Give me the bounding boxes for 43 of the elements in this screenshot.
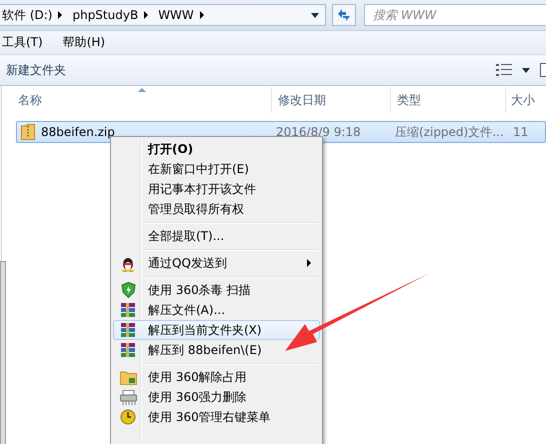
column-header[interactable]: 类型 bbox=[391, 87, 506, 113]
context-menu-item[interactable]: 管理员取得所有权 bbox=[113, 199, 320, 219]
column-header[interactable]: 大小 bbox=[506, 87, 546, 113]
breadcrumb[interactable]: phpStudyB bbox=[70, 8, 142, 22]
menu-item[interactable]: 工具(T) bbox=[0, 34, 51, 51]
view-list-icon[interactable] bbox=[496, 64, 512, 76]
context-menu-item[interactable]: 使用 360解除占用 bbox=[113, 367, 320, 387]
file-size: 11 bbox=[513, 125, 528, 139]
context-menu-item[interactable]: 使用 360杀毒 扫描 bbox=[113, 280, 320, 300]
context-menu-item[interactable]: 解压文件(A)... bbox=[113, 300, 320, 320]
context-menu-item[interactable]: 使用 360管理右键菜单 bbox=[113, 407, 320, 427]
breadcrumb[interactable]: 软件 (D:) bbox=[0, 6, 56, 24]
search-field[interactable]: 搜索 WWW bbox=[364, 4, 546, 26]
context-menu-item[interactable]: 用记事本打开该文件 bbox=[113, 179, 320, 199]
file-type: 压缩(zipped)文件... bbox=[395, 124, 505, 140]
book-stack-icon bbox=[120, 322, 136, 338]
toolbar-button[interactable]: 新建文件夹 bbox=[4, 58, 68, 82]
context-menu-item[interactable]: 全部提取(T)... bbox=[113, 226, 320, 246]
book-stack-icon bbox=[120, 342, 136, 358]
file-date: 2016/8/9 9:18 bbox=[276, 125, 362, 139]
context-menu-item[interactable]: 解压到当前文件夹(X) bbox=[113, 320, 320, 340]
file-name: 88beifen.zip bbox=[41, 125, 115, 139]
context-menu-item[interactable]: 使用 360强力删除 bbox=[113, 387, 320, 407]
breadcrumb[interactable]: WWW bbox=[156, 8, 198, 22]
chevron-icon[interactable] bbox=[58, 11, 62, 19]
clock-icon bbox=[120, 409, 136, 425]
shield-icon bbox=[120, 282, 136, 298]
sort-caret-icon bbox=[138, 88, 146, 92]
shredder-icon bbox=[120, 390, 136, 404]
refresh-button[interactable] bbox=[332, 4, 356, 26]
refresh-icon bbox=[337, 8, 351, 22]
chevron-icon[interactable] bbox=[144, 11, 148, 19]
context-menu-item[interactable]: 通过QQ发送到 bbox=[113, 253, 320, 273]
zip-folder-icon bbox=[21, 124, 35, 140]
book-stack-icon bbox=[120, 302, 136, 318]
scrollbar-thumb[interactable] bbox=[0, 261, 6, 444]
column-header[interactable]: 修改日期 bbox=[272, 87, 391, 113]
chevron-icon[interactable] bbox=[200, 11, 204, 19]
menu-item[interactable]: 帮助(H) bbox=[60, 34, 114, 51]
context-menu-item[interactable]: 解压到 88beifen\(E) bbox=[113, 340, 320, 360]
context-menu-item[interactable]: 在新窗口中打开(E) bbox=[113, 159, 320, 179]
dropdown-caret-icon[interactable] bbox=[311, 12, 319, 18]
dropdown-caret-icon[interactable] bbox=[522, 68, 530, 72]
